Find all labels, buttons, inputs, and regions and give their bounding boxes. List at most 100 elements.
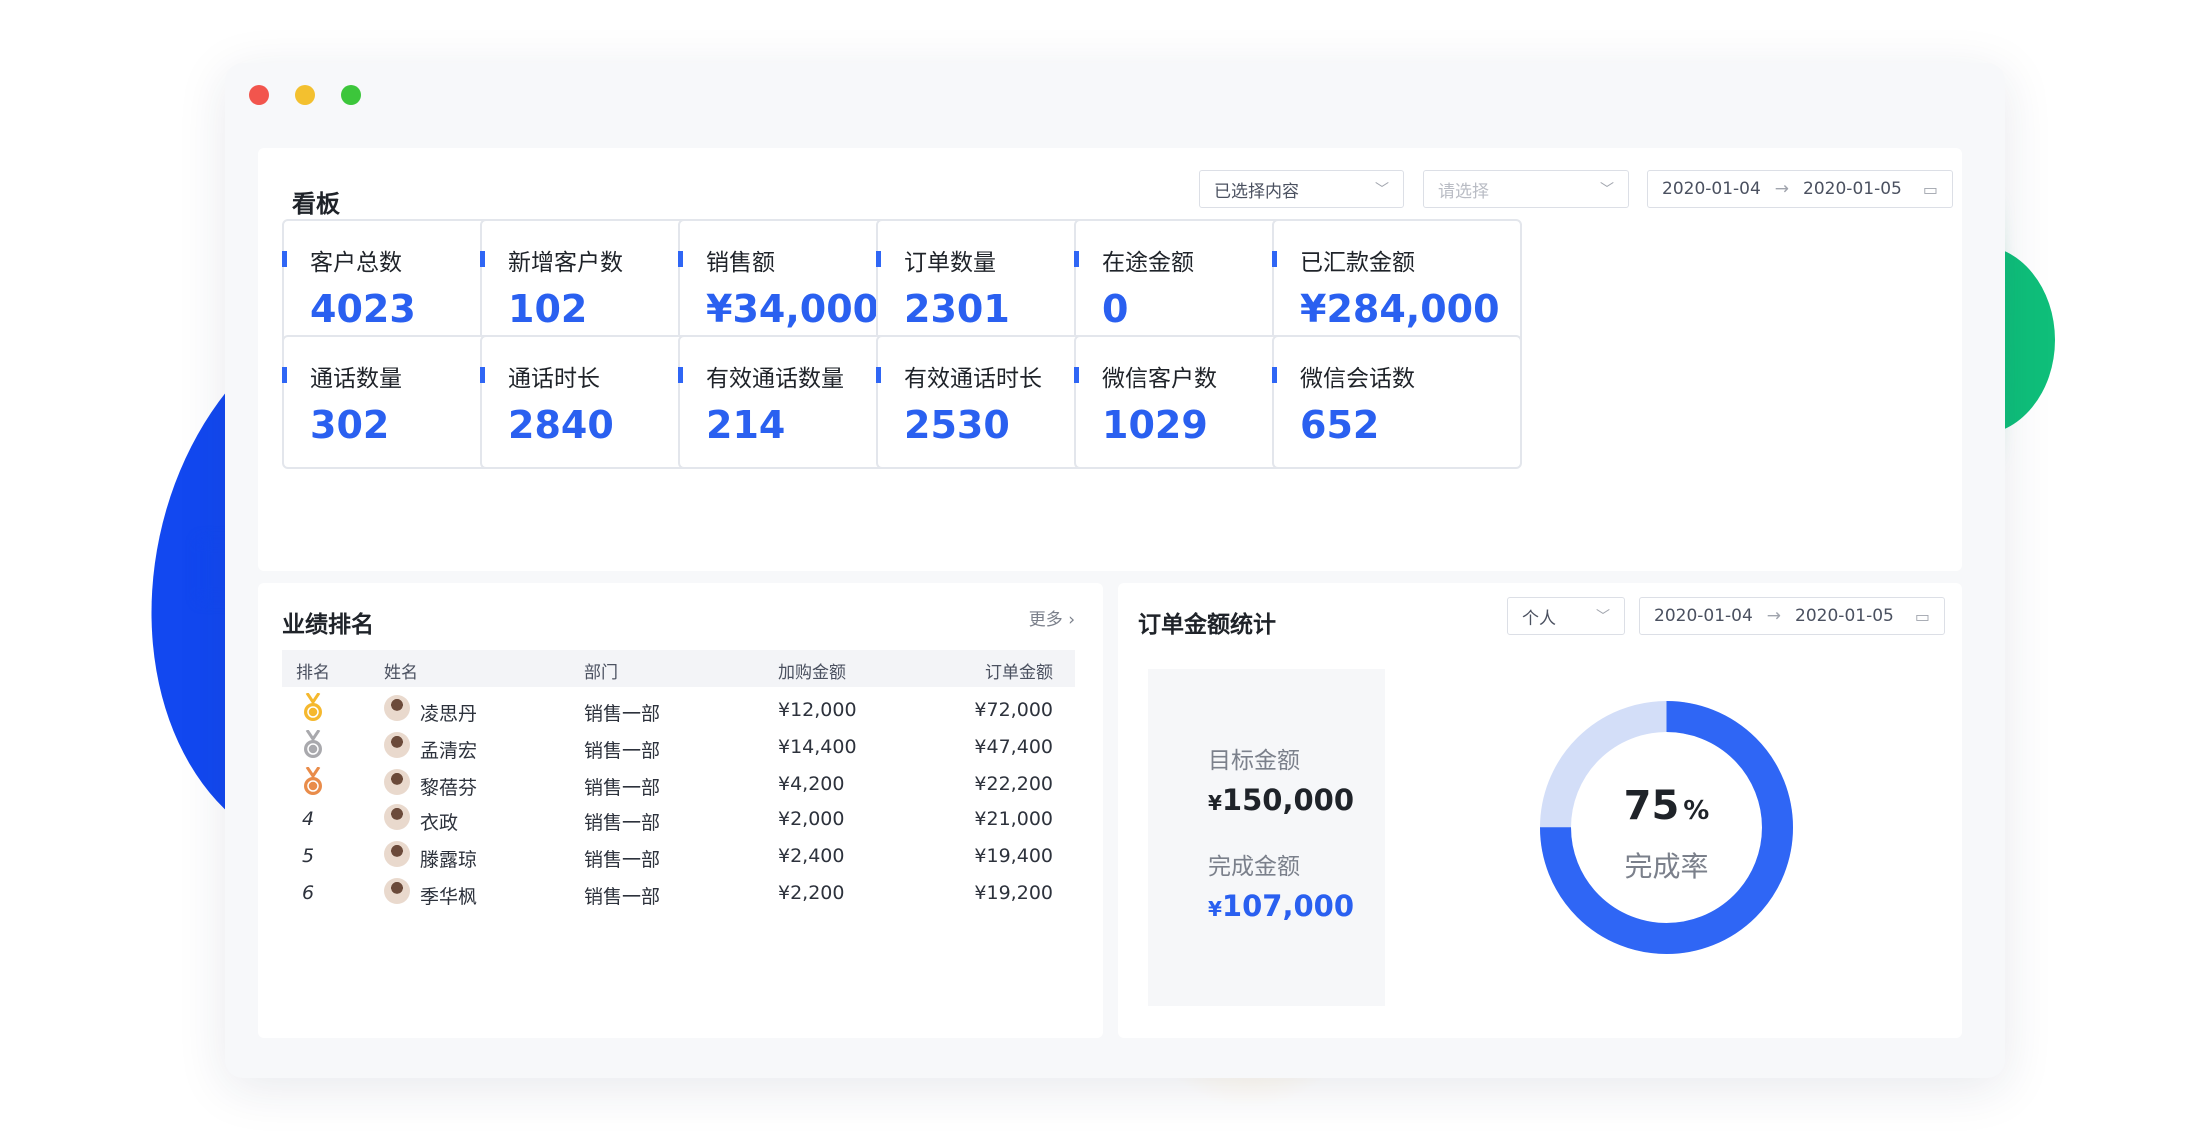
option-select-placeholder: 请选择 xyxy=(1438,181,1489,202)
done-amount-value: ¥107,000 xyxy=(1208,889,1354,923)
order-date-end: 2020-01-05 xyxy=(1795,606,1894,626)
column-header-dept: 部门 xyxy=(584,663,618,683)
scope-select[interactable]: 个人 ﹀ xyxy=(1507,597,1625,635)
department: 销售一部 xyxy=(584,777,661,799)
accent-bar xyxy=(1272,367,1277,383)
order-amount: ¥19,200 xyxy=(974,882,1053,904)
metric-label: 新增客户数 xyxy=(508,250,623,276)
percent-sign: % xyxy=(1683,796,1710,826)
accent-bar xyxy=(480,367,485,383)
close-window-button[interactable] xyxy=(249,85,269,105)
department: 销售一部 xyxy=(584,703,661,725)
metric-label: 客户总数 xyxy=(310,250,402,276)
avatar xyxy=(384,804,410,830)
order-stats-panel: 订单金额统计 个人 ﹀ 2020-01-04 → 2020-01-05 ▭ 目标… xyxy=(1118,583,1962,1038)
metric-value: ¥284,000 xyxy=(1300,287,1500,331)
window-controls xyxy=(249,85,361,105)
table-header: 排名 姓名 部门 加购金额 订单金额 xyxy=(282,650,1075,687)
arrow-right-icon: → xyxy=(1774,179,1790,199)
avatar xyxy=(384,841,410,867)
accent-bar xyxy=(282,251,287,267)
order-amount: ¥22,200 xyxy=(974,773,1053,795)
person-name: 滕露琼 xyxy=(420,849,478,871)
column-header-rank: 排名 xyxy=(296,663,330,683)
dashboard-panel: 看板 已选择内容 ﹀ 请选择 ﹀ 2020-01-04 → 2020-01-05… xyxy=(258,148,1962,571)
order-date-range-picker[interactable]: 2020-01-04 → 2020-01-05 ▭ xyxy=(1639,597,1945,635)
metric-label: 微信客户数 xyxy=(1102,366,1217,392)
rank-number: 4 xyxy=(302,808,315,830)
target-summary: 目标金额 ¥150,000 完成金额 ¥107,000 xyxy=(1148,669,1385,1006)
more-link[interactable]: 更多 › xyxy=(1029,605,1075,630)
person-name: 黎蓓芬 xyxy=(420,777,478,799)
cart-amount: ¥14,400 xyxy=(778,736,857,758)
option-select[interactable]: 请选择 ﹀ xyxy=(1423,170,1629,208)
maximize-window-button[interactable] xyxy=(341,85,361,105)
target-amount-label: 目标金额 xyxy=(1208,748,1300,774)
rank-number: 5 xyxy=(302,845,315,867)
person-name: 季华枫 xyxy=(420,886,478,908)
cart-amount: ¥12,000 xyxy=(778,699,857,721)
person-name: 凌思丹 xyxy=(420,703,478,725)
column-header-name: 姓名 xyxy=(384,663,418,683)
medal-icon xyxy=(304,693,322,721)
calendar-icon: ▭ xyxy=(1922,179,1938,199)
metric-value: 2301 xyxy=(904,287,1010,331)
cart-amount: ¥2,400 xyxy=(778,845,845,867)
metric-label: 有效通话时长 xyxy=(904,366,1042,392)
accent-bar xyxy=(876,251,881,267)
accent-bar xyxy=(282,367,287,383)
column-header-cart: 加购金额 xyxy=(778,663,846,683)
table-row[interactable]: 孟清宏 销售一部 ¥14,400 ¥47,400 xyxy=(282,728,1075,768)
ranking-panel: 业绩排名 更多 › 排名 姓名 部门 加购金额 订单金额 凌思丹 销售一部 ¥12,… xyxy=(258,583,1103,1038)
table-row[interactable]: 4 衣政 销售一部 ¥2,000 ¥21,000 xyxy=(282,800,1075,840)
chevron-down-icon: ﹀ xyxy=(1375,182,1389,198)
metric-label: 微信会话数 xyxy=(1300,366,1415,392)
metric-card: 微信会话数 652 xyxy=(1272,335,1522,469)
medal-icon xyxy=(304,730,322,758)
table-row[interactable]: 黎蓓芬 销售一部 ¥4,200 ¥22,200 xyxy=(282,765,1075,805)
metric-label: 在途金额 xyxy=(1102,250,1194,276)
accent-bar xyxy=(678,367,683,383)
metric-value: 2530 xyxy=(904,403,1010,447)
cart-amount: ¥2,200 xyxy=(778,882,845,904)
cart-amount: ¥2,000 xyxy=(778,808,845,830)
content-select[interactable]: 已选择内容 ﹀ xyxy=(1199,170,1404,208)
calendar-icon: ▭ xyxy=(1914,606,1930,626)
order-stats-title: 订单金额统计 xyxy=(1138,612,1276,638)
completion-number: 75 xyxy=(1623,783,1680,829)
avatar xyxy=(384,732,410,758)
accent-bar xyxy=(480,251,485,267)
table-row[interactable]: 凌思丹 销售一部 ¥12,000 ¥72,000 xyxy=(282,691,1075,731)
metric-label: 有效通话数量 xyxy=(706,366,844,392)
department: 销售一部 xyxy=(584,740,661,762)
table-row[interactable]: 6 季华枫 销售一部 ¥2,200 ¥19,200 xyxy=(282,874,1075,914)
person-name: 衣政 xyxy=(420,812,459,834)
minimize-window-button[interactable] xyxy=(295,85,315,105)
arrow-right-icon: → xyxy=(1766,606,1782,626)
metric-value: 302 xyxy=(310,403,390,447)
department: 销售一部 xyxy=(584,886,661,908)
avatar xyxy=(384,878,410,904)
done-amount-number: 107,000 xyxy=(1221,889,1355,923)
order-amount: ¥21,000 xyxy=(974,808,1053,830)
order-amount: ¥72,000 xyxy=(974,699,1053,721)
person-name: 孟清宏 xyxy=(420,740,478,762)
rank-number: 6 xyxy=(302,882,315,904)
completion-label: 完成率 xyxy=(1624,850,1709,883)
metric-label: 已汇款金额 xyxy=(1300,250,1415,276)
completion-percent: 75% xyxy=(1539,783,1794,829)
column-header-order: 订单金额 xyxy=(985,663,1053,683)
metric-value: 2840 xyxy=(508,403,614,447)
accent-bar xyxy=(1272,251,1277,267)
date-range-picker[interactable]: 2020-01-04 → 2020-01-05 ▭ xyxy=(1647,170,1953,208)
page-title: 看板 xyxy=(292,190,340,218)
chevron-down-icon: ﹀ xyxy=(1596,609,1610,625)
table-row[interactable]: 5 滕露琼 销售一部 ¥2,400 ¥19,400 xyxy=(282,837,1075,877)
app-window: 看板 已选择内容 ﹀ 请选择 ﹀ 2020-01-04 → 2020-01-05… xyxy=(225,63,2005,1078)
metric-value: 652 xyxy=(1300,403,1380,447)
metric-value: 0 xyxy=(1102,287,1129,331)
metric-label: 通话时长 xyxy=(508,366,600,392)
metric-value: 1029 xyxy=(1102,403,1208,447)
more-link-label: 更多 xyxy=(1028,610,1063,630)
content-select-value: 已选择内容 xyxy=(1214,181,1299,202)
